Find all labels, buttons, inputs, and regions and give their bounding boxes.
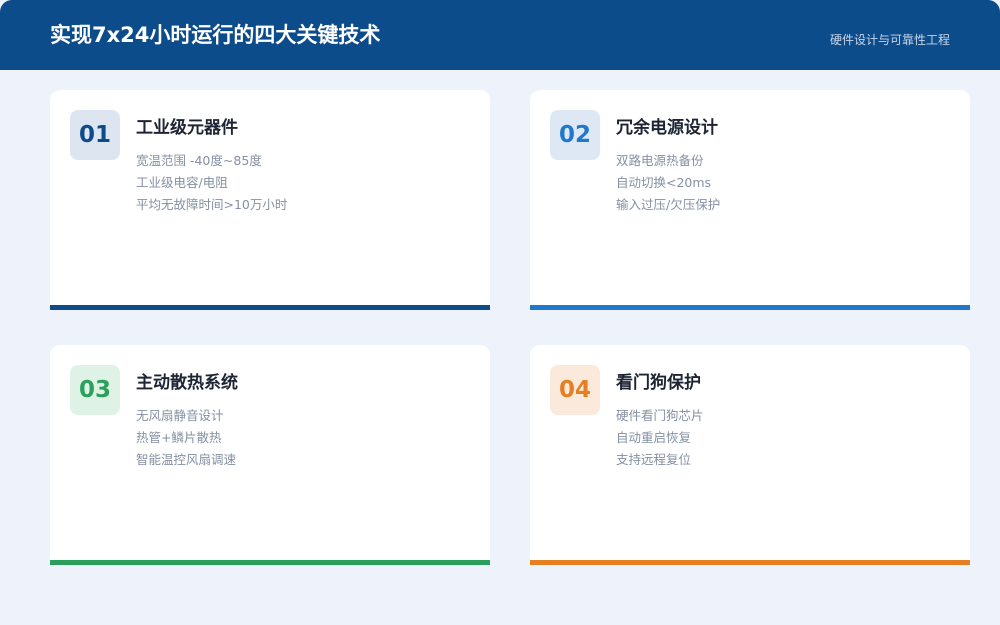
card-number-badge: 01 [70, 110, 120, 160]
card-feature-list: 双路电源热备份 自动切换<20ms 输入过压/欠压保护 [616, 150, 720, 216]
card-feature-item: 硬件看门狗芯片 [616, 408, 704, 423]
card-feature-list: 硬件看门狗芯片 自动重启恢复 支持远程复位 [616, 405, 704, 471]
card-title: 看门狗保护 [616, 373, 701, 393]
card-feature-item: 宽温范围 -40度~85度 [136, 153, 262, 168]
card-number-badge: 04 [550, 365, 600, 415]
tech-card-2: 02 冗余电源设计 双路电源热备份 自动切换<20ms 输入过压/欠压保护 [530, 90, 970, 310]
tech-card-4: 04 看门狗保护 硬件看门狗芯片 自动重启恢复 支持远程复位 [530, 345, 970, 565]
card-feature-item: 工业级电容/电阻 [136, 175, 228, 190]
tech-card-1: 01 工业级元器件 宽温范围 -40度~85度 工业级电容/电阻 平均无故障时间… [50, 90, 490, 310]
card-accent-bar [50, 560, 490, 565]
card-feature-item: 热管+鳞片散热 [136, 430, 222, 445]
page-subtitle: 硬件设计与可靠性工程 [829, 33, 950, 47]
card-feature-item: 自动切换<20ms [616, 175, 712, 190]
card-feature-list: 无风扇静音设计 热管+鳞片散热 智能温控风扇调速 [136, 405, 236, 471]
card-feature-item: 输入过压/欠压保护 [616, 197, 721, 212]
card-feature-list: 宽温范围 -40度~85度 工业级电容/电阻 平均无故障时间>10万小时 [136, 150, 287, 216]
card-title: 主动散热系统 [136, 373, 238, 393]
card-title: 冗余电源设计 [616, 118, 718, 138]
card-feature-item: 无风扇静音设计 [136, 408, 224, 423]
card-accent-bar [50, 305, 490, 310]
page-title: 实现7x24小时运行的四大关键技术 [50, 23, 381, 47]
card-number-badge: 02 [550, 110, 600, 160]
card-feature-item: 平均无故障时间>10万小时 [136, 197, 288, 212]
header-banner: 实现7x24小时运行的四大关键技术 硬件设计与可靠性工程 [0, 0, 1000, 70]
tech-card-3: 03 主动散热系统 无风扇静音设计 热管+鳞片散热 智能温控风扇调速 [50, 345, 490, 565]
card-title: 工业级元器件 [136, 118, 238, 138]
card-number-badge: 03 [70, 365, 120, 415]
card-accent-bar [530, 560, 970, 565]
card-feature-item: 智能温控风扇调速 [136, 452, 237, 467]
card-accent-bar [530, 305, 970, 310]
page: 实现7x24小时运行的四大关键技术 硬件设计与可靠性工程 01 工业级元器件 宽… [0, 0, 1000, 625]
card-feature-item: 自动重启恢复 [616, 430, 692, 445]
card-feature-item: 支持远程复位 [616, 452, 692, 467]
card-feature-item: 双路电源热备份 [616, 153, 704, 168]
